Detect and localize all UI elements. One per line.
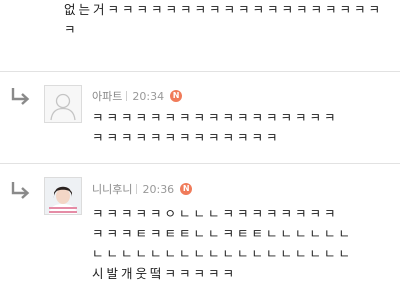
comment-divider — [0, 71, 400, 72]
comment-nickname[interactable]: 아파트 — [92, 88, 122, 104]
reply-arrow-icon — [11, 88, 30, 105]
comment-time: 20:34 — [132, 89, 165, 103]
comment-divider — [0, 163, 400, 164]
new-badge: N — [180, 183, 193, 195]
meta-separator — [126, 91, 128, 101]
default-avatar-icon[interactable] — [44, 85, 82, 123]
comment-nickname[interactable]: 니니후니 — [92, 181, 132, 197]
comment-meta: 아파트 20:34 N — [92, 88, 183, 104]
reply-arrow-icon — [11, 182, 30, 199]
comment-time: 20:36 — [142, 182, 175, 196]
new-badge: N — [170, 90, 183, 102]
comment-text: ㅋㅋㅋㅋㅋㅋㅋㅋㅋㅋㅋㅋㅋㅋㅋㅋㅋ ㅋㅋㅋㅋㅋㅋㅋㅋㅋㅋㅋㅋㅋ — [92, 110, 339, 145]
comment-text-top: 없는거ㅋㅋㅋㅋㅋㅋㅋㅋㅋㅋㅋㅋㅋㅋㅋㅋㅋㅋㅋ ㅋ — [64, 2, 384, 37]
comment-meta: 니니후니 20:36 N — [92, 181, 193, 197]
meta-separator — [136, 184, 138, 194]
user-avatar[interactable] — [44, 177, 82, 215]
comment-text: ㅋㅋㅋㅋㅋㅇㄴㄴㄴㅋㅋㅋㅋㅋㅋㅋㅋ ㅋㅋㅋㅌㅋㅌㅌㄴㄴㅋㅌㅌㄴㄴㄴㄴㄴㄴ ㄴㄴㄴ… — [92, 206, 354, 281]
